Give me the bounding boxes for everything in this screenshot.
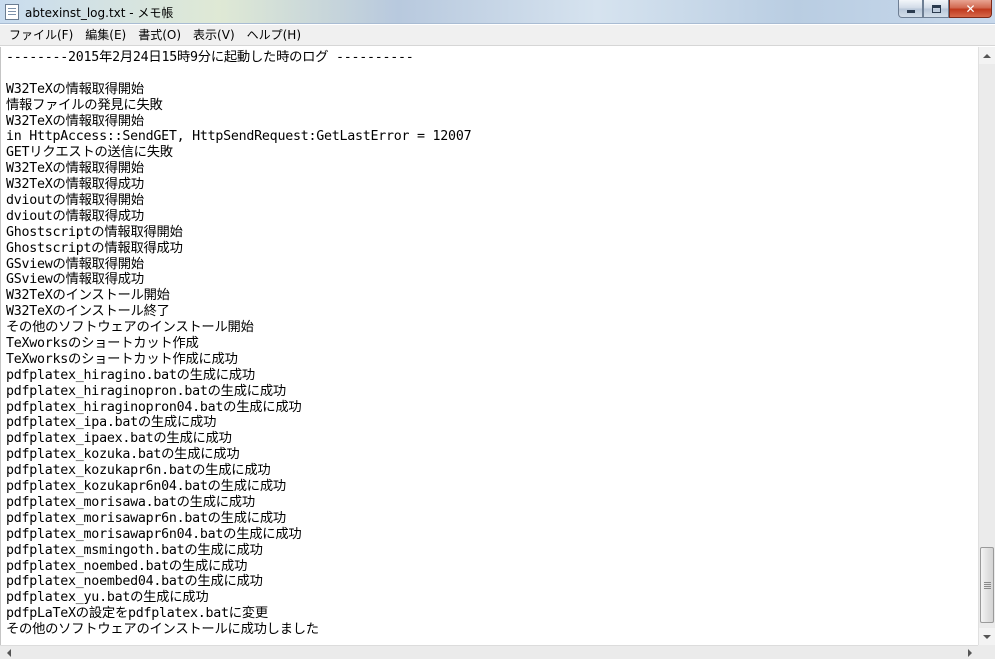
text-line: pdfplatex_kozuka.batの生成に成功: [6, 447, 240, 463]
text-line: dvioutの情報取得開始: [6, 193, 144, 209]
text-line: その他のソフトウェアのインストールに成功しました: [6, 622, 319, 638]
text-line: [6, 66, 471, 82]
menu-file[interactable]: ファイル(F): [3, 26, 79, 45]
text-line: TeXworksのショートカット作成に成功: [6, 351, 238, 367]
text-line: pdfplatex_hiraginopron.batの生成に成功: [6, 383, 286, 399]
scroll-right-button[interactable]: [961, 646, 978, 659]
text-line: W32TeXの情報取得開始: [6, 81, 144, 97]
text-line: pdfplatex_noembed04.batの生成に成功: [6, 574, 263, 590]
minimize-icon: [906, 10, 915, 13]
text-line: 情報ファイルの発見に失敗: [6, 97, 163, 113]
text-line: TeXworksのショートカット作成: [6, 336, 199, 352]
text-editor[interactable]: --------2015年2月24日15時9分に起動した時のログ -------…: [0, 47, 978, 645]
text-line: pdfplatex_kozukapr6n.batの生成に成功: [6, 463, 271, 479]
minimize-button[interactable]: [898, 0, 923, 18]
text-line: pdfplatex_morisawapr6n.batの生成に成功: [6, 510, 286, 526]
arrow-down-icon: [983, 634, 991, 639]
close-icon: ✕: [965, 1, 976, 16]
scroll-up-button[interactable]: [979, 47, 995, 64]
text-line: pdfplatex_ipa.batの生成に成功: [6, 415, 217, 431]
text-line: Ghostscriptの情報取得開始: [6, 224, 183, 240]
text-line: GSviewの情報取得開始: [6, 256, 144, 272]
text-line: W32TeXの情報取得開始: [6, 161, 144, 177]
notepad-icon[interactable]: [5, 4, 19, 20]
text-line: pdfplatex_yu.batの生成に成功: [6, 590, 209, 606]
text-line: W32TeXの情報取得成功: [6, 177, 144, 193]
menu-bar: ファイル(F) 編集(E) 書式(O) 表示(V) ヘルプ(H): [0, 25, 995, 46]
menu-format[interactable]: 書式(O): [132, 26, 187, 45]
text-line: pdfplatex_ipaex.batの生成に成功: [6, 431, 232, 447]
scroll-left-button[interactable]: [0, 646, 17, 659]
maximize-button[interactable]: [923, 0, 949, 18]
text-line: pdfplatex_hiraginopron04.batの生成に成功: [6, 399, 302, 415]
text-line: pdfplatex_msmingoth.batの生成に成功: [6, 542, 263, 558]
text-line: W32TeXの情報取得開始: [6, 113, 144, 129]
text-line: pdfplatex_kozukapr6n04.batの生成に成功: [6, 479, 286, 495]
text-line: GSviewの情報取得成功: [6, 272, 144, 288]
maximize-icon: [931, 4, 941, 13]
text-line: pdfplatex_noembed.batの生成に成功: [6, 558, 248, 574]
scroll-down-button[interactable]: [979, 628, 995, 645]
text-line: Ghostscriptの情報取得成功: [6, 240, 183, 256]
vertical-scrollbar[interactable]: [978, 47, 995, 645]
menu-view[interactable]: 表示(V): [187, 26, 241, 45]
window-title: abtexinst_log.txt - メモ帳: [25, 6, 174, 20]
text-line: pdfpLaTeXの設定をpdfplatex.batに変更: [6, 606, 268, 622]
menu-help[interactable]: ヘルプ(H): [241, 26, 307, 45]
close-button[interactable]: ✕: [949, 0, 992, 18]
text-line: W32TeXのインストール開始: [6, 288, 170, 304]
text-line: in HttpAccess::SendGET, HttpSendRequest:…: [6, 129, 472, 145]
text-line: dvioutの情報取得成功: [6, 208, 144, 224]
menu-edit[interactable]: 編集(E): [79, 26, 132, 45]
horizontal-scrollbar[interactable]: [0, 645, 978, 659]
text-line: pdfplatex_morisawapr6n04.batの生成に成功: [6, 526, 302, 542]
document-text: --------2015年2月24日15時9分に起動した時のログ -------…: [6, 50, 472, 638]
text-line: --------2015年2月24日15時9分に起動した時のログ -------…: [6, 50, 414, 65]
vertical-scroll-thumb[interactable]: [980, 547, 994, 623]
text-line: W32TeXのインストール終了: [6, 304, 170, 320]
title-bar[interactable]: abtexinst_log.txt - メモ帳 ✕: [0, 0, 995, 24]
text-line: pdfplatex_hiragino.batの生成に成功: [6, 367, 255, 383]
arrow-left-icon: [6, 648, 11, 657]
arrow-right-icon: [967, 648, 972, 657]
size-grip[interactable]: [978, 645, 995, 659]
arrow-up-icon: [983, 53, 991, 58]
grip-icon: [983, 581, 991, 589]
text-line: その他のソフトウェアのインストール開始: [6, 320, 254, 336]
text-line: pdfplatex_morisawa.batの生成に成功: [6, 494, 255, 510]
text-line: GETリクエストの送信に失敗: [6, 145, 173, 161]
